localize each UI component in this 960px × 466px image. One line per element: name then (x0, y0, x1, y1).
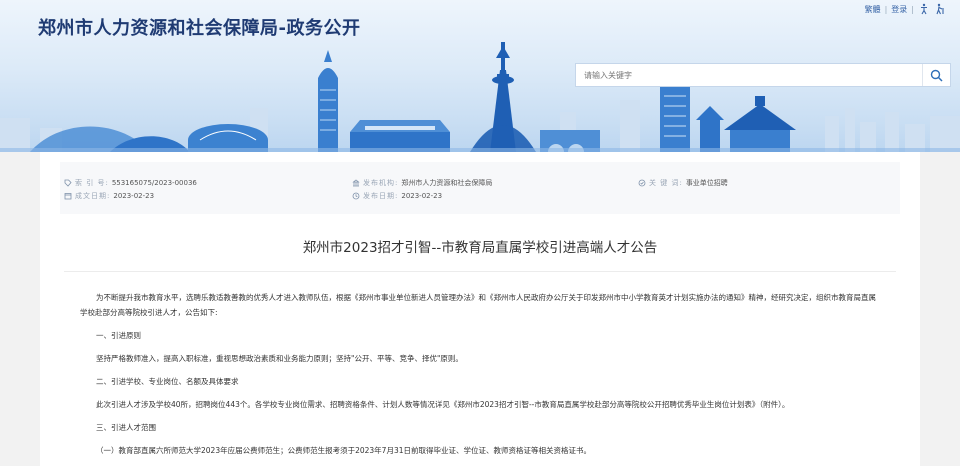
search-button[interactable] (922, 64, 950, 86)
building-icon (352, 179, 360, 187)
paragraph: （一）教育部直属六所师范大学2023年应届公费师范生；公费师范生报考须于2023… (96, 446, 591, 455)
meta-index-number: 索 引 号: 553165075/2023-00036 (64, 178, 197, 188)
meta-publisher: 发布机构: 郑州市人力资源和社会保障局 (352, 178, 492, 188)
check-circle-icon (638, 179, 646, 187)
site-title: 郑州市人力资源和社会保障局-政务公开 (38, 18, 361, 39)
section-heading: 二、引进学校、专业岗位、名额及具体要求 (96, 377, 239, 386)
paragraph: 坚持严格教师准入，提高入职标准，重视思想政治素质和业务能力原则；坚持"公开、平等… (96, 354, 463, 363)
login-link[interactable]: 登录 (891, 4, 907, 15)
link-separator: | (884, 4, 888, 14)
search-icon (930, 69, 943, 82)
article-container: 索 引 号: 553165075/2023-00036 成文日期: 2023-02-… (40, 152, 920, 466)
paragraph: 此次引进人才涉及学校40所，招聘岗位443个。各学校专业岗位需求、招聘资格条件、… (96, 400, 790, 409)
elderly-mode-icon[interactable] (934, 3, 946, 15)
meta-info: 索 引 号: 553165075/2023-00036 成文日期: 2023-02-… (58, 166, 938, 210)
meta-publish-date: 发布日期: 2023-02-23 (352, 191, 442, 201)
section-heading: 一、引进原则 (96, 331, 141, 340)
top-links: 繁體 | 登录 | (865, 2, 946, 16)
clock-icon (352, 192, 360, 200)
search-box (575, 63, 951, 87)
meta-keywords: 关 键 词: 事业单位招聘 (638, 178, 728, 188)
traditional-chinese-link[interactable]: 繁體 (865, 4, 881, 15)
accessibility-icon[interactable] (918, 3, 930, 15)
section-heading: 三、引进人才范围 (96, 423, 156, 432)
paragraph: 为不断提升我市教育水平，选聘乐教适教善教的优秀人才进入教师队伍，根据《郑州市事业… (80, 293, 876, 317)
article-title: 郑州市2023招才引智--市教育局直属学校引进高端人才公告 (302, 240, 658, 256)
search-input[interactable] (576, 64, 922, 86)
calendar-icon (64, 193, 72, 200)
header-banner: 郑州市人力资源和社会保障局-政务公开 繁體 | 登录 | (0, 0, 960, 152)
tag-icon (64, 179, 72, 187)
article-body: 为不断提升我市教育水平，选聘乐教适教善教的优秀人才进入教师队伍，根据《郑州市事业… (80, 290, 880, 466)
link-separator: | (911, 4, 914, 14)
meta-date-made: 成文日期: 2023-02-23 (64, 191, 154, 201)
title-divider (64, 271, 896, 272)
